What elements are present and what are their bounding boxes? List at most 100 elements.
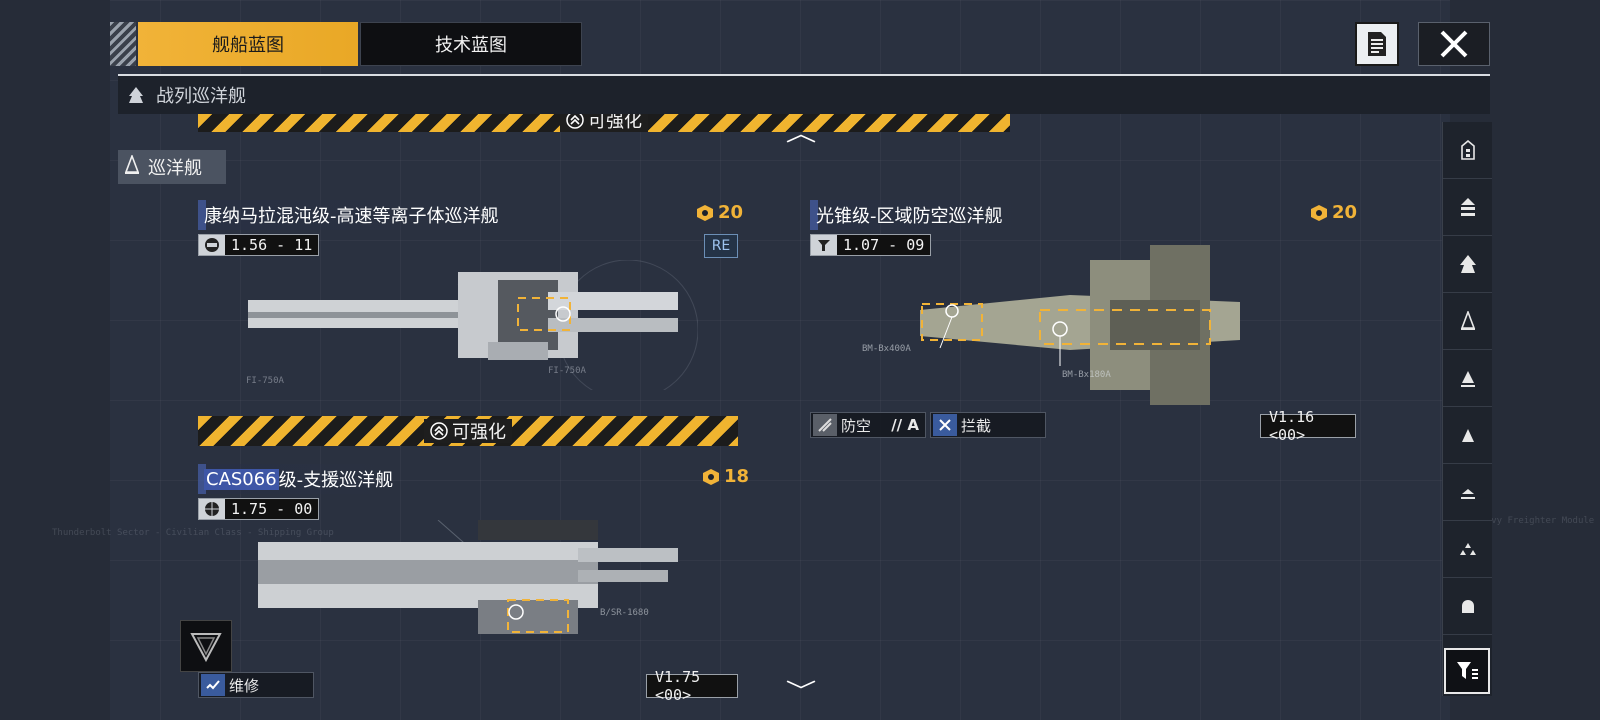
background-left-panel bbox=[0, 0, 110, 720]
anti-air-icon bbox=[813, 414, 837, 436]
upgrade-icon bbox=[430, 422, 448, 440]
version-badge: V1.75 <00> bbox=[646, 668, 738, 704]
battlecruiser-icon bbox=[126, 86, 146, 104]
repair-icon bbox=[201, 674, 225, 696]
callout-label: FI-750A bbox=[548, 366, 586, 376]
callout-text: BM-Bx400A bbox=[862, 344, 911, 354]
fighter-group-icon bbox=[1459, 543, 1476, 555]
filter-button[interactable] bbox=[1444, 648, 1490, 694]
sidebar-item-battleship[interactable] bbox=[1443, 179, 1492, 236]
sidebar-item-fighter-group[interactable] bbox=[1443, 521, 1492, 578]
close-button[interactable] bbox=[1418, 22, 1490, 66]
ship-name-text: 康纳马拉混沌级-高速等离子体巡洋舰 bbox=[204, 206, 499, 227]
role-tag-anti-air: 防空 // A bbox=[810, 412, 926, 438]
faction-icon bbox=[199, 235, 225, 255]
top-bar: 舰船蓝图 技术蓝图 bbox=[110, 22, 1490, 66]
sidebar-item-carrier[interactable] bbox=[1443, 122, 1492, 179]
tab-tech-blueprints[interactable]: 技术蓝图 bbox=[360, 22, 582, 66]
category-title: 战列巡洋舰 bbox=[156, 86, 246, 107]
ship-blueprint-image bbox=[920, 245, 1240, 405]
tab-label: 技术蓝图 bbox=[435, 35, 507, 56]
callout-label: BM-Bx180A bbox=[1062, 370, 1111, 380]
tag-suffix: // A bbox=[891, 416, 919, 434]
carrier-icon bbox=[1460, 140, 1475, 160]
ship-card-1[interactable]: 康纳马拉混沌级-高速等离子体巡洋舰 20 1.56 - 11 RE FI-750… bbox=[198, 200, 743, 450]
auxiliary-icon bbox=[1461, 600, 1474, 613]
upgrade-icon bbox=[566, 114, 584, 129]
cost-display: 20 bbox=[1310, 202, 1357, 223]
tag-label: 防空 bbox=[841, 416, 872, 435]
corvette-icon bbox=[1460, 489, 1475, 499]
version-badge: V1.16 <00> bbox=[1260, 408, 1356, 444]
sidebar-item-destroyer[interactable] bbox=[1443, 350, 1492, 407]
cruiser-icon bbox=[124, 153, 140, 180]
destroyer-icon bbox=[1460, 371, 1475, 387]
cruiser-icon bbox=[1460, 311, 1475, 330]
callout-text: BM-Bx180A bbox=[1062, 370, 1111, 380]
version-badge-text: V1.16 <00> bbox=[1269, 408, 1315, 444]
version-box: 1.75 - 00 bbox=[198, 498, 320, 520]
ship-card-3[interactable]: CAS066 级-支援巡洋舰 18 1.75 - 00 B/SR-1680 维修 … bbox=[198, 464, 749, 704]
upgrade-text: 可强化 bbox=[452, 422, 506, 443]
callout-label: B/SR-1680 bbox=[600, 608, 649, 618]
role-tag-intercept: 拦截 bbox=[930, 412, 1046, 438]
cost-display: 18 bbox=[702, 466, 749, 487]
ship-blueprint-image bbox=[248, 260, 698, 390]
upgrade-label: 可强化 bbox=[424, 419, 512, 443]
callout-text: FI-750A bbox=[548, 366, 586, 376]
re-badge: RE bbox=[704, 234, 738, 258]
faction-icon bbox=[199, 499, 225, 519]
sidebar-item-corvette[interactable] bbox=[1443, 464, 1492, 521]
ship-blueprint-image bbox=[258, 520, 678, 634]
ship-name-text: 光锥级-区域防空巡洋舰 bbox=[816, 206, 1003, 227]
scroll-down-chevron-icon[interactable]: ﹀ bbox=[786, 674, 817, 706]
ship-name-highlight: CAS066 bbox=[204, 468, 279, 490]
version-text: 1.75 - 00 bbox=[231, 500, 313, 518]
callout-text: FI-750A bbox=[246, 376, 284, 386]
upgrade-bar[interactable]: 可强化 bbox=[198, 416, 738, 446]
ship-name-text: 级-支援巡洋舰 bbox=[278, 470, 394, 491]
faction-switch-button[interactable] bbox=[180, 620, 232, 672]
version-badge-text: V1.75 <00> bbox=[655, 668, 701, 704]
version-box: 1.56 - 11 bbox=[198, 234, 320, 256]
scroll-up-chevron-icon[interactable]: ︿ bbox=[786, 116, 817, 148]
callout-label: FI-750A bbox=[246, 376, 284, 386]
intercept-icon bbox=[933, 414, 957, 436]
subcategory-title: 巡洋舰 bbox=[148, 158, 202, 179]
tab-ship-blueprints[interactable]: 舰船蓝图 bbox=[138, 22, 358, 66]
filter-icon bbox=[1457, 662, 1478, 679]
sidebar-item-battlecruiser[interactable] bbox=[1443, 236, 1492, 293]
upgrade-label: 可强化 bbox=[560, 114, 648, 132]
version-text: 1.56 - 11 bbox=[231, 236, 313, 254]
role-tag-repair: 维修 bbox=[198, 672, 314, 698]
ship-class-sidebar bbox=[1442, 122, 1492, 696]
sidebar-item-cruiser[interactable] bbox=[1443, 293, 1492, 350]
triangle-emblem-icon bbox=[190, 633, 222, 663]
battleship-icon bbox=[1460, 198, 1475, 216]
battlecruiser-icon bbox=[1459, 255, 1476, 273]
cost-display: 20 bbox=[696, 202, 743, 223]
callout-text: B/SR-1680 bbox=[600, 608, 649, 618]
frigate-icon bbox=[1461, 429, 1474, 442]
sidebar-item-frigate[interactable] bbox=[1443, 407, 1492, 464]
ship-name: CAS066 级-支援巡洋舰 bbox=[198, 464, 458, 494]
tag-label: 拦截 bbox=[961, 416, 992, 435]
cost-value: 18 bbox=[724, 466, 750, 487]
cost-icon bbox=[703, 468, 719, 485]
subcategory-header-cruiser[interactable]: 巡洋舰 bbox=[118, 150, 226, 184]
category-header-battlecruiser[interactable]: 战列巡洋舰 bbox=[118, 76, 1490, 114]
close-icon bbox=[1440, 30, 1468, 58]
document-icon bbox=[1368, 32, 1386, 56]
hazard-stripe-decoration bbox=[110, 22, 136, 66]
tag-label: 维修 bbox=[229, 676, 260, 695]
ship-card-2[interactable]: 光锥级-区域防空巡洋舰 20 1.07 - 09 BM-Bx400A BM-Bx… bbox=[810, 200, 1357, 450]
tab-label: 舰船蓝图 bbox=[212, 35, 284, 56]
document-button[interactable] bbox=[1355, 22, 1399, 66]
ship-name: 康纳马拉混沌级-高速等离子体巡洋舰 bbox=[198, 200, 618, 230]
sidebar-item-auxiliary[interactable] bbox=[1443, 578, 1492, 635]
cost-icon bbox=[1311, 204, 1327, 221]
cost-value: 20 bbox=[1332, 202, 1358, 223]
upgrade-text: 可强化 bbox=[588, 114, 642, 132]
faction-icon bbox=[811, 235, 837, 255]
partial-upgrade-bar[interactable]: 可强化 bbox=[198, 114, 1010, 132]
